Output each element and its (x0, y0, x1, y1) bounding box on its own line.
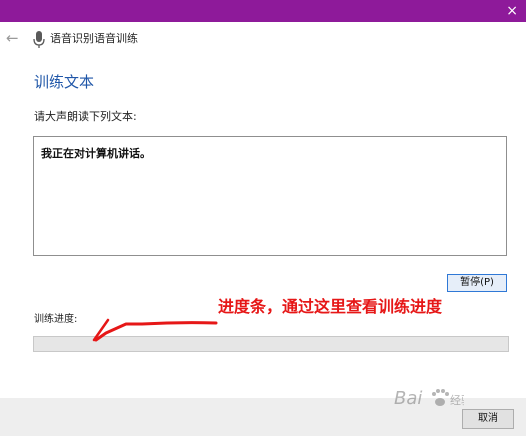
pause-button[interactable]: 暂停(P) (447, 274, 507, 292)
microphone-icon (33, 31, 45, 48)
title-bar: × (0, 0, 526, 22)
training-text: 我正在对计算机讲话。 (41, 147, 151, 160)
page-title: 训练文本 (34, 73, 95, 91)
cancel-button[interactable]: 取消 (462, 409, 514, 429)
annotation-arrow (92, 318, 218, 342)
svg-text:经验: 经验 (450, 393, 464, 407)
baidu-watermark: Bai 经验 (394, 388, 464, 409)
header-title: 语音识别语音训练 (50, 32, 138, 45)
annotation-text: 进度条，通过这里查看训练进度 (218, 297, 443, 316)
svg-text:Bai: Bai (394, 388, 422, 409)
wizard-header: ← 语音识别语音训练 (0, 22, 526, 56)
close-icon[interactable]: × (506, 2, 518, 20)
instruction-label: 请大声朗读下列文本: (34, 110, 137, 123)
speech-training-window: × ← 语音识别语音训练 训练文本 请大声朗读下列文本: 我正在对计算机讲话。 … (0, 0, 526, 436)
training-text-box: 我正在对计算机讲话。 (33, 136, 507, 256)
back-arrow-icon[interactable]: ← (6, 30, 19, 46)
